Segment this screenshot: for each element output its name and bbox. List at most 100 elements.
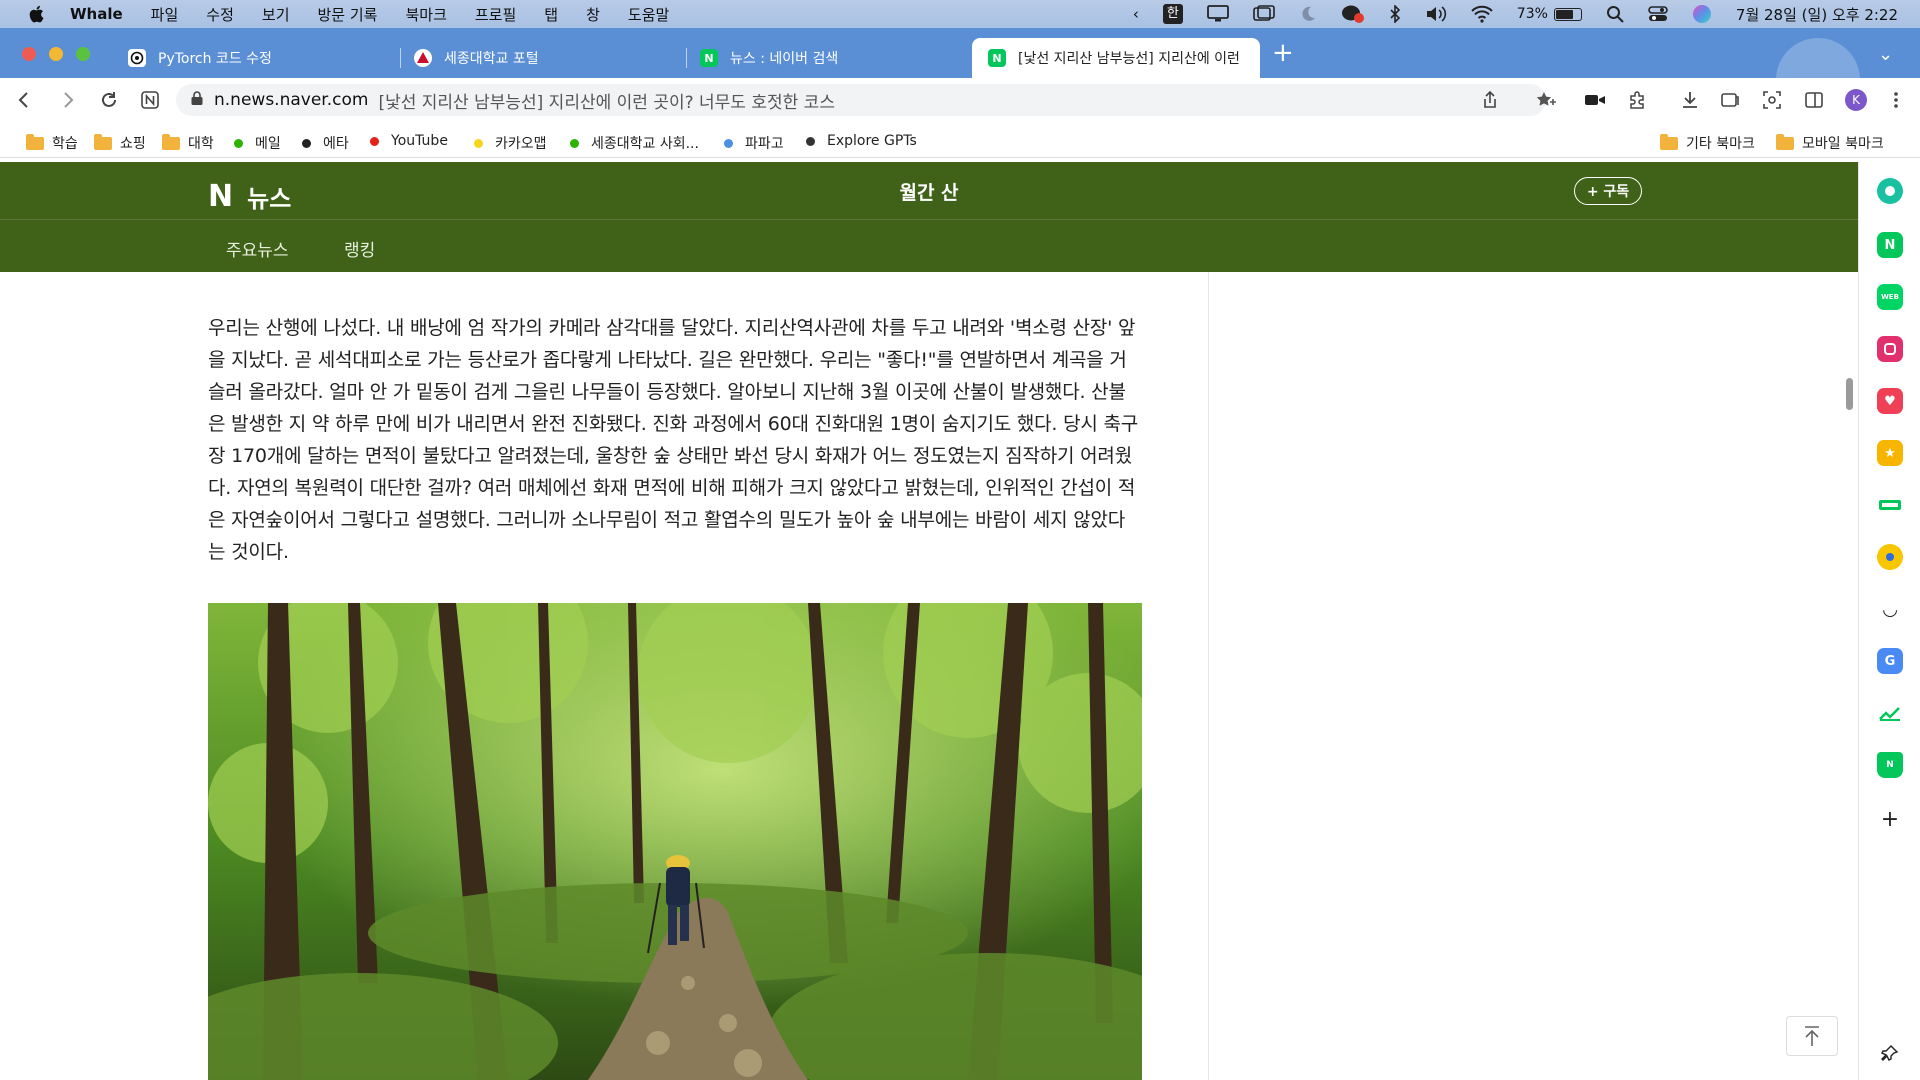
bookmark-label: 모바일 북마크 xyxy=(1802,136,1884,152)
tab-title: 뉴스 : 네이버 검색 xyxy=(730,51,839,67)
article-photo[interactable] xyxy=(208,603,1142,1080)
pin-icon[interactable] xyxy=(1877,1040,1903,1066)
chat-notification-icon[interactable] xyxy=(1341,4,1365,24)
input-source-indicator[interactable]: 한 xyxy=(1162,4,1183,24)
wifi-icon[interactable] xyxy=(1471,5,1493,23)
battery-icon[interactable] xyxy=(1553,7,1582,21)
spotlight-search-icon[interactable] xyxy=(1606,5,1624,23)
video-camera-icon[interactable] xyxy=(1583,88,1607,112)
volume-icon[interactable] xyxy=(1425,5,1447,23)
app-name-menu[interactable]: Whale xyxy=(70,5,123,23)
bookmark-papago[interactable]: 파파고 xyxy=(724,133,784,153)
split-view-icon[interactable] xyxy=(1802,88,1826,112)
bookmark-folder-study[interactable]: 학습 xyxy=(26,133,78,153)
scroll-to-top-button[interactable] xyxy=(1786,1016,1838,1056)
menu-edit[interactable]: 수정 xyxy=(206,4,234,25)
maximize-window-button[interactable] xyxy=(76,47,90,61)
tab-article-active[interactable]: N [낯선 지리산 남부능선] 지리산에 이런 xyxy=(972,38,1260,78)
instagram-icon[interactable] xyxy=(1877,336,1903,362)
bookmark-youtube[interactable]: YouTube xyxy=(370,133,448,149)
translate-icon[interactable]: G xyxy=(1877,648,1903,674)
tab-pytorch[interactable]: PyTorch 코드 수정 xyxy=(112,38,398,78)
bookmarks-bar: 학습 쇼핑 대학 메일 에타 YouTube 카카오맵 세종대학교 사회... … xyxy=(0,126,1920,158)
siri-icon[interactable] xyxy=(1692,4,1712,24)
article-paragraph: 우리는 산행에 나섰다. 내 배낭에 엄 작가의 카메라 삼각대를 달았다. 지… xyxy=(208,317,1139,563)
tab-sejong-portal[interactable]: 세종대학교 포털 xyxy=(398,38,684,78)
shopping-icon[interactable]: N xyxy=(1877,752,1903,778)
tab-main-news[interactable]: 주요뉴스 xyxy=(226,236,289,261)
bookmark-folder-mobile[interactable]: 모바일 북마크 xyxy=(1776,133,1884,153)
chevron-left-icon[interactable]: ‹ xyxy=(1133,5,1139,23)
subscribe-button[interactable]: + 구독 xyxy=(1574,177,1642,205)
bookmark-sejong-social[interactable]: 세종대학교 사회... xyxy=(570,133,699,153)
wallet-icon[interactable] xyxy=(1877,492,1903,518)
reload-button[interactable] xyxy=(97,88,121,112)
bookmark-everytime[interactable]: 에타 xyxy=(302,133,349,153)
bookmark-label: 메일 xyxy=(255,136,281,152)
webtoon-icon[interactable]: WEB xyxy=(1877,284,1903,310)
stock-icon[interactable] xyxy=(1877,700,1903,726)
menu-file[interactable]: 파일 xyxy=(151,4,179,25)
minimize-window-button[interactable] xyxy=(49,47,63,61)
display-icon[interactable] xyxy=(1206,5,1229,23)
tab-strip: PyTorch 코드 수정 세종대학교 포털 N 뉴스 : 네이버 검색 N [… xyxy=(0,28,1920,78)
chevron-down-icon[interactable]: ⌄ xyxy=(1878,44,1893,65)
screenshot-capture-icon[interactable] xyxy=(1760,88,1784,112)
papago-icon xyxy=(724,138,733,148)
bookmark-mail[interactable]: 메일 xyxy=(234,133,281,153)
menu-view[interactable]: 보기 xyxy=(262,4,290,25)
content-divider xyxy=(1208,272,1209,1080)
bookmark-explore-gpts[interactable]: Explore GPTs xyxy=(806,133,917,149)
new-tab-button[interactable]: + xyxy=(1272,40,1294,66)
map-icon[interactable] xyxy=(1877,544,1903,570)
emoji-icon[interactable]: ◡ xyxy=(1877,596,1903,622)
pocket-icon[interactable]: ♥ xyxy=(1877,388,1903,414)
sejong-icon xyxy=(414,49,432,67)
add-app-icon[interactable]: + xyxy=(1877,806,1903,832)
bookmark-label: 대학 xyxy=(188,136,214,152)
tab-naver-search[interactable]: N 뉴스 : 네이버 검색 xyxy=(684,38,970,78)
screen-mirroring-icon[interactable] xyxy=(1252,5,1275,23)
profile-avatar[interactable]: K xyxy=(1844,88,1868,112)
lock-icon[interactable] xyxy=(190,90,204,110)
tab-ranking[interactable]: 랭킹 xyxy=(344,236,375,261)
bookmark-folder-other[interactable]: 기타 북마크 xyxy=(1660,133,1755,153)
back-button[interactable] xyxy=(12,88,36,112)
page-scrollbar[interactable] xyxy=(1846,378,1853,410)
close-window-button[interactable] xyxy=(22,47,36,61)
bookmark-folder-shopping[interactable]: 쇼핑 xyxy=(94,133,146,153)
forward-button[interactable] xyxy=(56,88,80,112)
menu-profile[interactable]: 프로필 xyxy=(475,4,516,25)
bookmark-label: 쇼핑 xyxy=(120,136,146,152)
whale-sidebar: N WEB ♥ ★ ◡ G N + xyxy=(1858,162,1920,1080)
more-menu-icon[interactable] xyxy=(1884,88,1908,112)
share-icon[interactable] xyxy=(1478,88,1502,112)
url-page-title: [낯선 지리산 남부능선] 지리산에 이런 곳이? 너무도 호젓한 코스 xyxy=(378,92,835,113)
bluetooth-icon[interactable] xyxy=(1389,5,1401,23)
menu-window[interactable]: 창 xyxy=(586,4,600,25)
control-center-icon[interactable] xyxy=(1648,5,1668,23)
bookmark-folder-university[interactable]: 대학 xyxy=(162,133,214,153)
menu-tab[interactable]: 탭 xyxy=(544,4,558,25)
bookmark-label: 카카오맵 xyxy=(495,136,547,152)
moon-icon[interactable] xyxy=(1299,5,1317,23)
naver-home-button[interactable] xyxy=(138,88,162,112)
apple-logo-icon[interactable] xyxy=(26,3,48,25)
menu-help[interactable]: 도움말 xyxy=(628,4,669,25)
favorites-icon[interactable]: ★ xyxy=(1877,440,1903,466)
folder-icon xyxy=(94,133,112,150)
whale-space-icon[interactable] xyxy=(1877,178,1903,204)
news-header: N 뉴스 월간 산 + 구독 주요뉴스 랭킹 xyxy=(0,162,1858,272)
bookmark-star-icon[interactable] xyxy=(1534,88,1558,112)
download-icon[interactable] xyxy=(1678,88,1702,112)
address-bar[interactable]: n.news.naver.com [낯선 지리산 남부능선] 지리산에 이런 곳… xyxy=(176,84,1546,116)
bookmark-label: 파파고 xyxy=(745,136,784,152)
bookmark-kakaomap[interactable]: 카카오맵 xyxy=(474,133,547,153)
kakaomap-icon xyxy=(474,138,483,148)
clock-datetime[interactable]: 7월 28일 (일) 오후 2:22 xyxy=(1736,4,1898,25)
naver-icon[interactable]: N xyxy=(1877,232,1903,258)
extensions-icon[interactable] xyxy=(1625,88,1649,112)
menu-bookmarks[interactable]: 북마크 xyxy=(405,4,446,25)
mobile-window-icon[interactable] xyxy=(1718,88,1742,112)
menu-history[interactable]: 방문 기록 xyxy=(318,4,378,25)
